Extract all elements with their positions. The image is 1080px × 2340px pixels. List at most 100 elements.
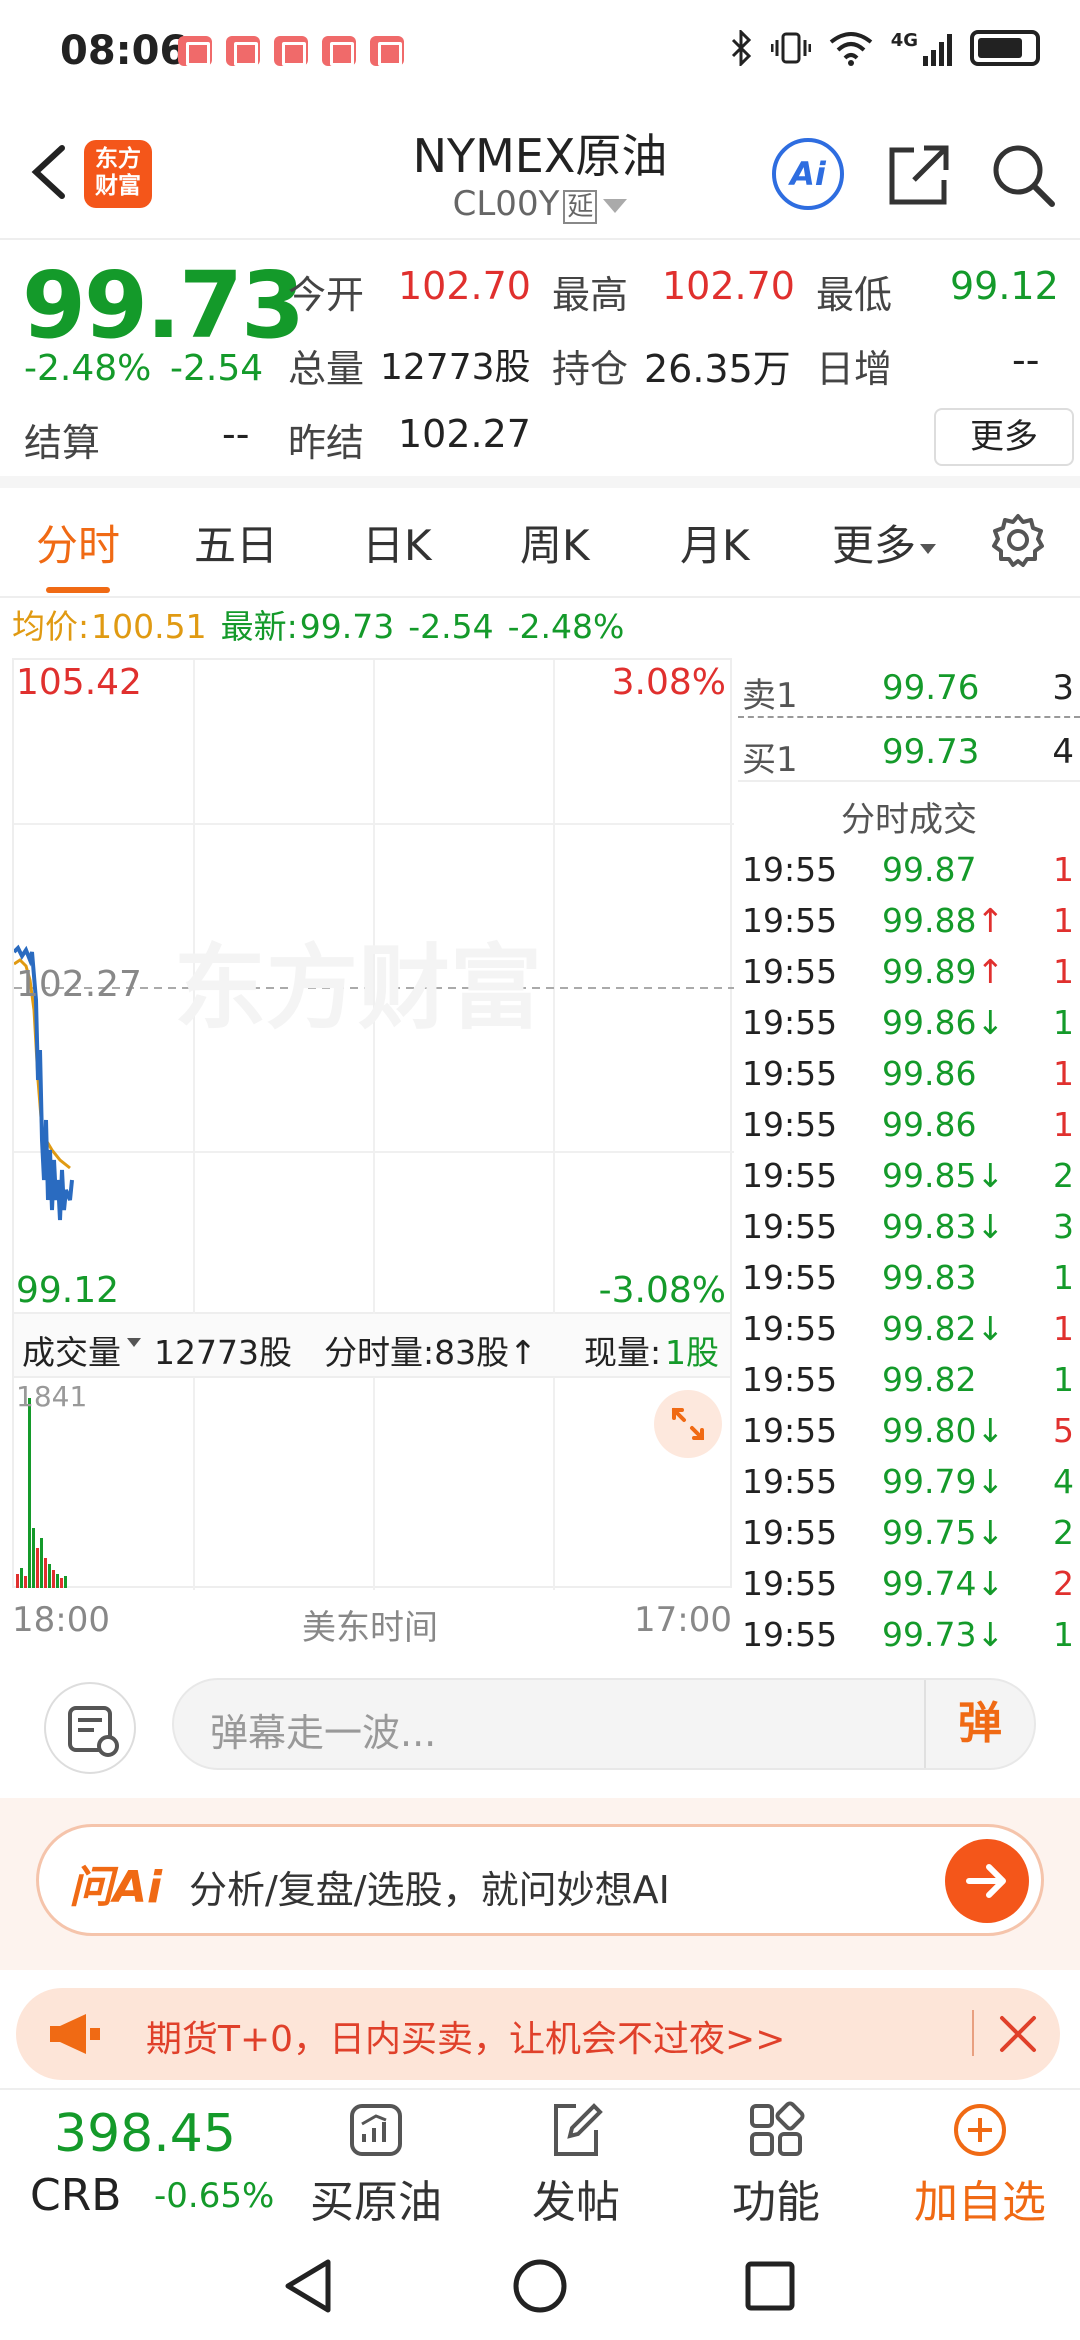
arrow-right-icon — [966, 1864, 1006, 1898]
tick-qty: 3 — [1053, 1207, 1074, 1246]
promo-divider — [972, 2010, 974, 2056]
tick-time: 19:55 — [742, 1462, 838, 1501]
gear-icon[interactable] — [990, 512, 1046, 568]
tab-daily-k[interactable]: 日K — [362, 512, 432, 573]
book-notification-icon — [178, 36, 212, 66]
change-percent: -2.48% — [24, 348, 152, 389]
system-back-icon[interactable] — [282, 2258, 334, 2314]
bluetooth-icon — [731, 30, 751, 66]
system-recents-icon[interactable] — [744, 2260, 796, 2312]
expand-chart-button[interactable] — [654, 1390, 722, 1458]
volume-indicator-label: 成交量 — [22, 1333, 121, 1372]
tick-qty: 5 — [1053, 1411, 1074, 1450]
tab-intraday[interactable]: 分时 — [36, 512, 120, 593]
tick-price: 99.89↑ — [882, 952, 1005, 991]
volume-panel: 1841 — [12, 1376, 732, 1590]
tick-price: 99.75↓ — [882, 1513, 1005, 1552]
promo-banner[interactable]: 期货T+0，日内买卖，让机会不过夜>> — [16, 1988, 1060, 2080]
status-bar: 08:06 4G — [0, 0, 1080, 104]
tick-time: 19:55 — [742, 1054, 838, 1093]
danmaku-input[interactable]: 弹幕走一波... 弹 — [172, 1678, 1036, 1770]
book-notification-icon — [274, 36, 308, 66]
delay-tag: 延 — [563, 190, 598, 224]
intraday-chart[interactable]: 东方财富 105.42 3.08% 102.27 99.12 -3.08% 成交… — [12, 658, 734, 1648]
ai-go-button[interactable] — [945, 1839, 1029, 1923]
crb-change: -0.65% — [154, 2176, 275, 2216]
tab-more[interactable]: 更多 — [832, 512, 937, 573]
bottom-nav: 398.45 CRB -0.65% 买原油 发帖 功能 加自选 — [0, 2088, 1080, 2228]
danmaku-send-button[interactable]: 弹 — [924, 1680, 1034, 1768]
tick-price: 99.86↓ — [882, 1003, 1005, 1042]
ai-ask-bar[interactable]: 问Ai 分析/复盘/选股，就问妙想AI — [36, 1824, 1044, 1936]
nav-functions-label: 功能 — [732, 2177, 820, 2228]
latest-price: 99.73 — [299, 607, 395, 646]
tick-qty: 1 — [1053, 952, 1074, 991]
tick-qty: 1 — [1053, 1258, 1074, 1297]
bid-price: 99.73 — [882, 732, 980, 772]
tick-time: 19:55 — [742, 901, 838, 940]
crb-name: CRB — [30, 2170, 122, 2221]
tick-price: 99.87 — [882, 850, 977, 889]
chart-trade-icon — [350, 2104, 402, 2156]
more-quote-button[interactable]: 更多 — [934, 408, 1074, 466]
tick-price: 99.86 — [882, 1054, 977, 1093]
ai-brand-logo: 问Ai — [69, 1862, 163, 1913]
change-amount: -2.54 — [170, 348, 264, 389]
contract-code: CL00Y — [452, 184, 560, 224]
chart-base-price: 102.27 — [16, 964, 142, 1005]
chart-watermark: 东方财富 — [174, 935, 542, 1042]
danmaku-settings-button[interactable] — [44, 1682, 136, 1774]
tick-price: 99.74↓ — [882, 1564, 1005, 1603]
tab-monthly-k[interactable]: 月K — [680, 512, 750, 573]
volume-indicator-selector[interactable]: 成交量 — [22, 1326, 141, 1374]
tab-weekly-k[interactable]: 周K — [520, 512, 590, 573]
tick-qty: 1 — [1053, 1054, 1074, 1093]
low-value: 99.12 — [950, 264, 1059, 308]
nav-add-watchlist-label: 加自选 — [914, 2177, 1046, 2228]
tick-time: 19:55 — [742, 1258, 838, 1297]
promo-text: 期货T+0，日内买卖，让机会不过夜>> — [146, 2019, 786, 2060]
tick-row: 19:55 99.83 1 — [738, 1254, 1080, 1304]
volume-value: 12773股 — [380, 347, 531, 388]
signal-icon: 4G — [891, 30, 952, 66]
tick-qty: 1 — [1053, 1105, 1074, 1144]
daily-increase-value: -- — [1012, 338, 1040, 382]
tick-time: 19:55 — [742, 1003, 838, 1042]
tick-price: 99.83↓ — [882, 1207, 1005, 1246]
tab-five-day[interactable]: 五日 — [194, 512, 278, 573]
share-icon[interactable] — [884, 140, 954, 210]
avg-price-label: 均价: — [12, 607, 90, 646]
low-label: 最低 — [816, 273, 893, 317]
tick-price: 99.88↑ — [882, 901, 1005, 940]
chart-high-pct: 3.08% — [611, 662, 726, 703]
tick-time: 19:55 — [742, 952, 838, 991]
system-home-icon[interactable] — [512, 2258, 568, 2314]
bid-label: 买1 — [742, 740, 798, 780]
search-icon[interactable] — [988, 140, 1058, 210]
axis-end-time: 17:00 — [634, 1600, 732, 1640]
tick-qty: 2 — [1053, 1564, 1074, 1603]
expand-icon — [672, 1408, 704, 1440]
close-icon[interactable] — [996, 2012, 1040, 2056]
nav-functions[interactable]: 功能 — [696, 2100, 856, 2230]
volume-header-bar: 成交量 12773股 分时量:83股↑ 现量: 1股 — [12, 1314, 732, 1376]
tick-row: 19:55 99.83↓ 3 — [738, 1203, 1080, 1253]
open-label: 今开 — [288, 273, 365, 317]
tick-row: 19:55 99.88↑ 1 — [738, 897, 1080, 947]
ai-assistant-button[interactable]: Ai — [772, 138, 844, 210]
nav-buy-crude-oil[interactable]: 买原油 — [296, 2100, 456, 2230]
prev-settle-label: 昨结 — [288, 421, 365, 465]
chart-period-tabs: 分时 五日 日K 周K 月K 更多 — [0, 488, 1080, 598]
tick-qty: 1 — [1053, 1003, 1074, 1042]
open-value: 102.70 — [398, 264, 531, 308]
latest-change: -2.54 — [408, 607, 494, 646]
volume-bars — [16, 1378, 555, 1590]
nav-post[interactable]: 发帖 — [496, 2100, 656, 2230]
chevron-down-icon — [603, 198, 628, 213]
nav-add-watchlist[interactable]: 加自选 — [900, 2100, 1060, 2230]
caret-down-icon — [127, 1338, 141, 1347]
latest-label: 最新: — [220, 607, 298, 646]
tick-qty: 2 — [1053, 1513, 1074, 1552]
tick-row: 19:55 99.86 1 — [738, 1101, 1080, 1151]
tick-qty: 2 — [1053, 1156, 1074, 1195]
